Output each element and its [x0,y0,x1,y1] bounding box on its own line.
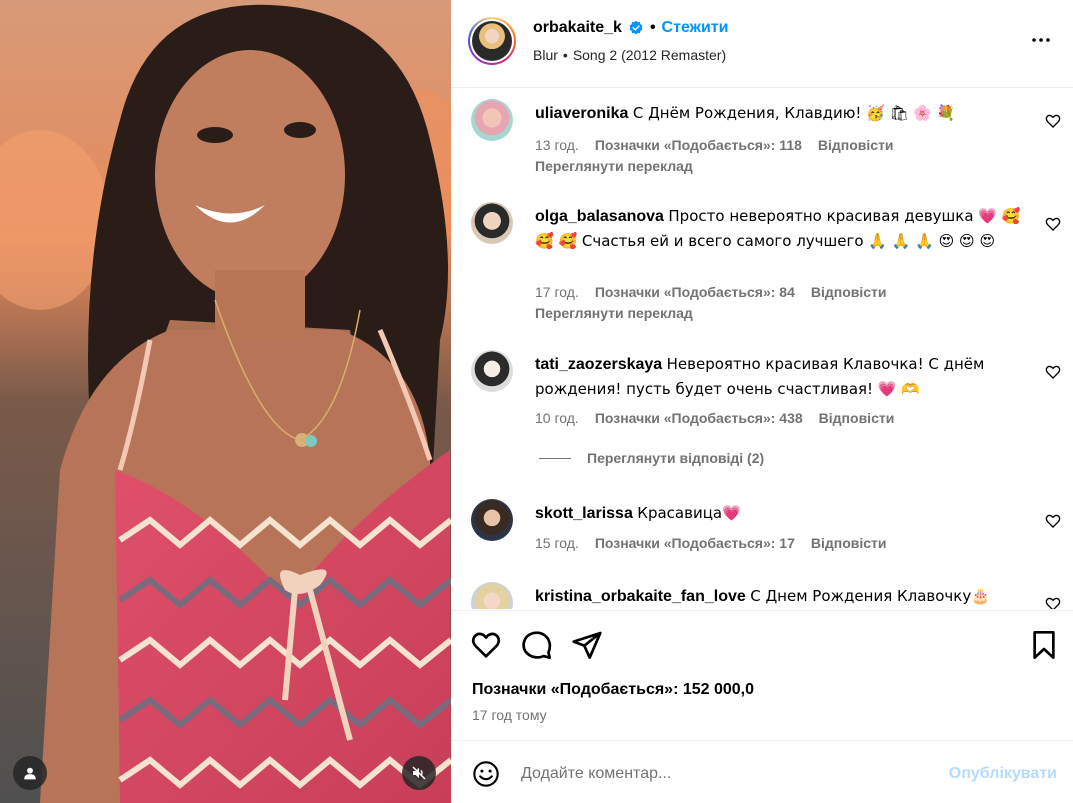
comment-text-block: olga_balasanova Просто невероятно красив… [535,204,1035,254]
comment-like-heart-icon[interactable] [1045,596,1061,609]
comment-text: С Днем Рождения Клавочку🎂 [750,587,990,605]
emoji-icon[interactable] [472,760,500,788]
post-header: orbakaite_k • Стежити Blur • Song 2 (201… [451,0,1073,88]
user-tag-icon [24,767,36,780]
comment-avatar[interactable] [471,202,513,244]
comment-input[interactable] [521,761,921,787]
view-replies-label: Переглянути відповіді (2) [587,450,765,466]
comment-likes[interactable]: Позначки «Подобається»: 118 [595,137,802,153]
comment-like-heart-icon[interactable] [1045,216,1061,232]
comment-text-block: uliaveronika С Днём Рождения, Клавдию! 🥳… [535,101,1035,126]
comment-avatar[interactable] [471,99,513,141]
author-username[interactable]: orbakaite_k [533,19,622,37]
author-avatar[interactable] [468,17,516,65]
comment-like-heart-icon[interactable] [1045,513,1061,529]
audio-track: Song 2 (2012 Remaster) [572,47,727,63]
verified-badge-icon [629,20,643,35]
comments-list[interactable]: uliaveronika С Днём Рождения, Клавдию! 🥳… [451,89,1073,609]
comment-time[interactable]: 10 год. [535,410,579,426]
comment-username[interactable]: tati_zaozerskaya [535,356,662,373]
see-translation-button[interactable]: Переглянути переклад [535,158,693,174]
bookmark-icon[interactable] [1028,629,1060,661]
reply-button[interactable]: Відповісти [818,137,894,153]
send-icon[interactable] [571,629,603,661]
author-line: orbakaite_k • Стежити [533,19,728,37]
see-translation-button[interactable]: Переглянути переклад [535,305,693,321]
comment-time[interactable]: 15 год. [535,535,579,551]
more-options-button[interactable] [1029,28,1053,52]
follow-button[interactable]: Стежити [662,19,729,37]
comment-text-block: skott_larissa Красавица💗 [535,501,1035,526]
comment-like-heart-icon[interactable] [1045,364,1061,380]
comment-text: Красавица💗 [637,504,741,522]
comment-avatar[interactable] [471,582,513,609]
comment-avatar[interactable] [471,350,513,392]
audio-artist: Blur [533,47,558,63]
publish-button[interactable]: Опублікувати [949,765,1057,783]
comment-meta: 10 год. Позначки «Подобається»: 438 Відп… [535,410,894,426]
comment-icon[interactable] [521,629,553,661]
reply-button[interactable]: Відповісти [811,535,887,551]
comment-text-block: tati_zaozerskaya Невероятно красивая Кла… [535,352,1035,402]
post-photo [0,0,451,803]
post-panel: orbakaite_k • Стежити Blur • Song 2 (201… [451,0,1073,803]
comment-text: С Днём Рождения, Клавдию! 🥳 🛍 🌸 💐 [632,104,956,122]
post-likes-count[interactable]: Позначки «Подобається»: 152 000,0 [472,681,754,699]
view-replies-button[interactable]: Переглянути відповіді (2) [539,450,764,466]
comment-likes[interactable]: Позначки «Подобається»: 17 [595,535,795,551]
comment-meta: 17 год. Позначки «Подобається»: 84 Відпо… [535,284,887,300]
comment-username[interactable]: olga_balasanova [535,208,664,225]
audio-info[interactable]: Blur • Song 2 (2012 Remaster) [533,47,726,63]
comment-composer: Опублікувати [451,740,1073,803]
comment-likes[interactable]: Позначки «Подобається»: 438 [595,410,803,426]
comment-username[interactable]: skott_larissa [535,505,633,522]
tagged-users-button[interactable] [13,756,47,790]
audio-separator: • [562,47,568,63]
heart-icon[interactable] [470,629,502,661]
comment-likes[interactable]: Позначки «Подобається»: 84 [595,284,795,300]
comment-like-heart-icon[interactable] [1045,113,1061,129]
comment-meta: 15 год. Позначки «Подобається»: 17 Відпо… [535,535,887,551]
comment-avatar[interactable] [471,499,513,541]
reply-button[interactable]: Відповісти [811,284,887,300]
replies-divider [539,457,571,459]
mute-toggle-button[interactable] [402,756,436,790]
comment-username[interactable]: uliaveronika [535,105,628,122]
header-separator: • [649,19,656,36]
comment-time[interactable]: 17 год. [535,284,579,300]
reply-button[interactable]: Відповісти [819,410,895,426]
comment-time[interactable]: 13 год. [535,137,579,153]
comment-text-block: kristina_orbakaite_fan_love С Днем Рожде… [535,584,1035,609]
more-options-icon [1032,38,1050,42]
muted-speaker-icon [412,766,426,780]
post-actions: Позначки «Подобається»: 152 000,0 17 год… [451,610,1073,740]
post-media[interactable] [0,0,451,803]
comment-username[interactable]: kristina_orbakaite_fan_love [535,588,746,605]
post-timestamp[interactable]: 17 год тому [472,707,547,723]
comment-meta: 13 год. Позначки «Подобається»: 118 Відп… [535,137,894,153]
